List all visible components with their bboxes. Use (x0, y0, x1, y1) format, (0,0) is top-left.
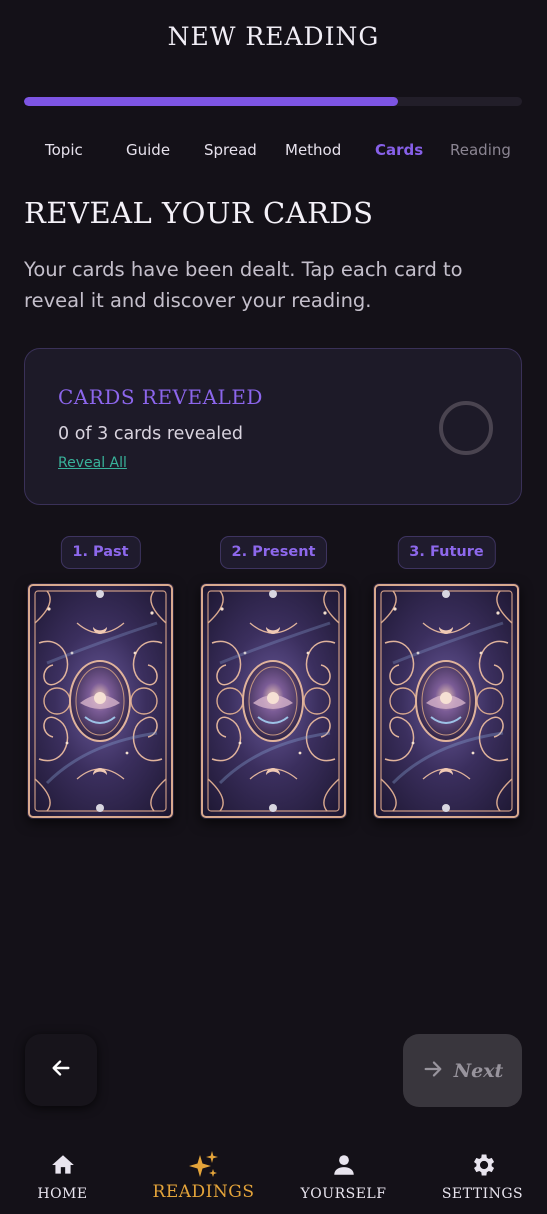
card-position-label: 1. Past (60, 536, 141, 569)
card-slot-past: 1. Past (27, 536, 174, 821)
step-topic[interactable]: Topic (45, 141, 83, 159)
person-icon (275, 1148, 412, 1182)
progress-bar (24, 97, 522, 106)
card-slot-future: 3. Future (373, 536, 520, 821)
nav-label: SETTINGS (441, 1186, 524, 1202)
nav-home[interactable]: HOME (0, 1148, 131, 1202)
step-indicator: Topic Guide Spread Method Cards Reading (24, 141, 522, 163)
progress-fill (24, 97, 398, 106)
step-method[interactable]: Method (285, 141, 341, 159)
card-position-label: 2. Present (219, 536, 328, 569)
next-label: Next (453, 1059, 504, 1082)
step-cards[interactable]: Cards (375, 141, 423, 159)
tarot-card-back[interactable] (373, 583, 520, 819)
card-position-label: 3. Future (397, 536, 496, 569)
tarot-card-back[interactable] (200, 583, 347, 819)
gear-icon (414, 1148, 547, 1182)
step-spread[interactable]: Spread (204, 141, 257, 159)
card-slot-present: 2. Present (200, 536, 347, 821)
nav-yourself[interactable]: YOURSELF (275, 1148, 412, 1202)
sparkles-icon (135, 1148, 272, 1182)
arrow-right-icon (422, 1058, 444, 1084)
tarot-card-back[interactable] (27, 583, 174, 819)
page-title: NEW READING (167, 22, 380, 51)
arrow-left-icon (50, 1057, 72, 1083)
nav-readings[interactable]: READINGS (135, 1148, 272, 1202)
reveal-status-card: CARDS REVEALED 0 of 3 cards revealed Rev… (24, 348, 522, 505)
back-button[interactable] (25, 1034, 97, 1106)
nav-label: HOME (37, 1186, 88, 1202)
step-reading: Reading (450, 141, 511, 159)
next-button[interactable]: Next (403, 1034, 522, 1107)
nav-label: YOURSELF (300, 1186, 387, 1202)
reveal-all-link[interactable]: Reveal All (58, 455, 127, 471)
revealed-count: 0 of 3 cards revealed (58, 424, 244, 444)
step-guide[interactable]: Guide (126, 141, 170, 159)
nav-label: READINGS (152, 1182, 255, 1202)
progress-ring (439, 401, 493, 455)
intro-text: Your cards have been dealt. Tap each car… (24, 258, 463, 312)
bottom-nav: HOME READINGS YOURSELF SETTINGS (0, 1130, 547, 1214)
nav-settings[interactable]: SETTINGS (414, 1148, 547, 1202)
section-title: REVEAL YOUR CARDS (24, 196, 374, 230)
home-icon (0, 1148, 131, 1182)
status-heading: CARDS REVEALED (58, 385, 263, 409)
